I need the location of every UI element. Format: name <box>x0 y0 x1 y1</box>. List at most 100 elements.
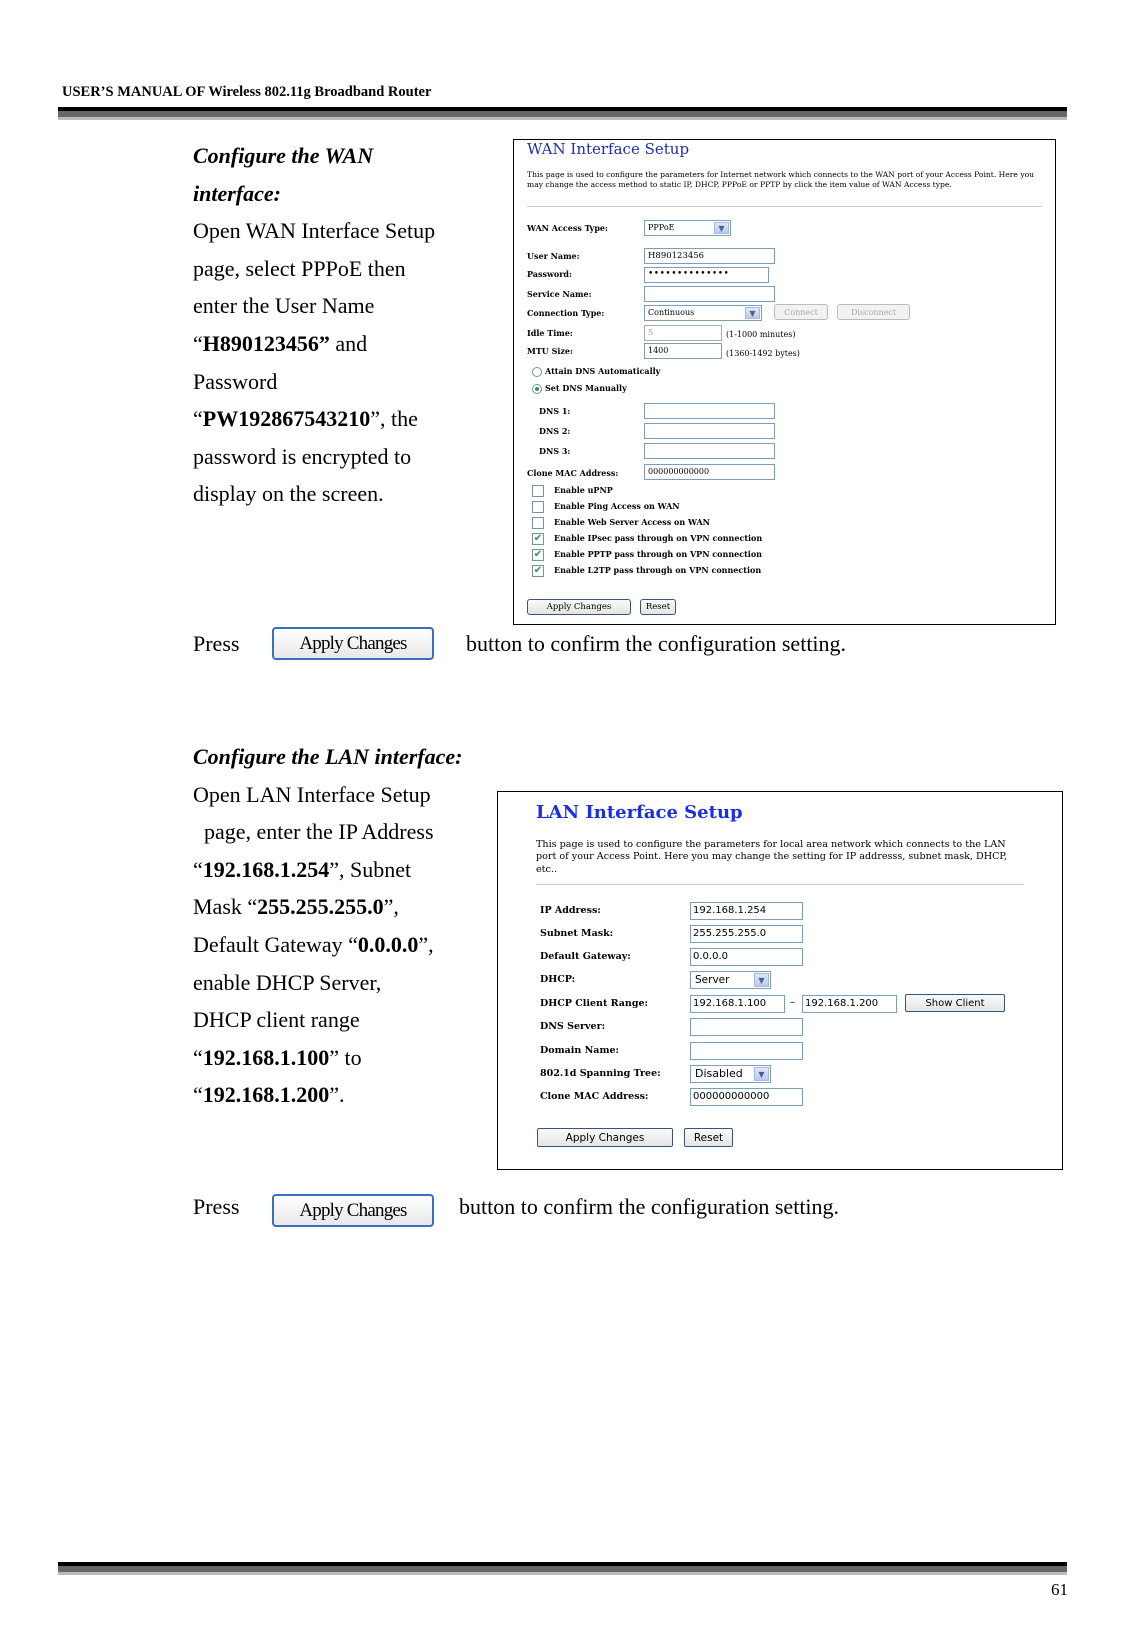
lan-press-label: Press <box>193 1194 240 1219</box>
manual-header-title: USER’S MANUAL OF Wireless 802.11g Broadb… <box>62 84 432 100</box>
checkbox[interactable]: ✔ <box>532 549 544 561</box>
checkbox[interactable]: ✔ <box>532 565 544 577</box>
lan-instruction-line-text: ”, <box>418 931 434 957</box>
domain-name-label: Domain Name: <box>540 1045 620 1056</box>
wan-instruction-line-text: ”, the <box>370 406 418 432</box>
dns3-input[interactable] <box>644 443 775 459</box>
connection-type-select[interactable]: Continuous ▼ <box>644 305 762 321</box>
mtu-size-label: MTU Size: <box>527 346 573 356</box>
domain-name-input[interactable] <box>690 1042 803 1060</box>
service-name-input[interactable] <box>644 286 775 302</box>
lan-press-suffix: button to confirm the configuration sett… <box>459 1194 840 1219</box>
wan-press-label: Press <box>193 631 240 656</box>
spanning-tree-select[interactable]: Disabled ▼ <box>690 1065 771 1083</box>
lan-instruction-line-bold-value: 0.0.0.0 <box>357 931 419 957</box>
wan-instruction-line-text: “ <box>193 406 203 432</box>
subnet-mask-input[interactable]: 255.255.255.0 <box>690 925 803 943</box>
password-input[interactable]: •••••••••••••• <box>644 267 769 283</box>
wan-reset-button[interactable]: Reset <box>640 599 676 615</box>
checkbox-label: Enable uPNP <box>554 485 613 495</box>
lan-instruction-line: Open LAN Interface Setup <box>193 776 503 814</box>
show-client-button[interactable]: Show Client <box>905 994 1005 1012</box>
idle-time-input[interactable]: 5 <box>644 325 722 341</box>
chevron-down-icon: ▼ <box>745 307 760 319</box>
checkbox[interactable]: ✔ <box>532 533 544 545</box>
wan-apply-changes-button[interactable]: Apply Changes <box>527 599 631 615</box>
wan-instruction-line-bold-value: PW192867543210 <box>202 406 371 432</box>
dhcp-range-end-input[interactable]: 192.168.1.200 <box>802 995 897 1013</box>
wan-divider <box>527 206 1042 207</box>
dns-server-input[interactable] <box>690 1018 803 1036</box>
ip-address-input[interactable]: 192.168.1.254 <box>690 902 803 920</box>
mtu-size-input[interactable]: 1400 <box>644 343 722 359</box>
wan-instruction-line: “H890123456” and <box>193 325 493 363</box>
wan-instruction-line: “PW192867543210”, the <box>193 400 493 438</box>
wan-instruction-line: display on the screen. <box>193 475 493 513</box>
lan-instruction-line: DHCP client range <box>193 1001 503 1039</box>
spanning-tree-value: Disabled <box>695 1067 743 1080</box>
lan-instruction-line-text: Mask “ <box>193 894 258 920</box>
wan-apply-changes-illustration: Apply Changes <box>272 627 434 660</box>
lan-instruction-line-bold-value: 192.168.1.200 <box>202 1082 330 1108</box>
wan-instruction-line-text: and <box>329 330 368 356</box>
lan-panel-description: This page is used to configure the param… <box>536 839 1007 875</box>
default-gateway-input[interactable]: 0.0.0.0 <box>690 948 803 966</box>
dns-auto-radio[interactable] <box>532 367 542 377</box>
chevron-down-icon: ▼ <box>754 973 769 987</box>
dns-manual-label: Set DNS Manually <box>545 383 627 393</box>
lan-interface-setup-screenshot: LAN Interface Setup This page is used to… <box>497 791 1063 1170</box>
wan-instruction-line: Password <box>193 363 493 401</box>
connect-button[interactable]: Connect <box>774 304 828 320</box>
default-gateway-label: Default Gateway: <box>540 951 631 962</box>
lan-instruction-line-text: ”. <box>329 1082 345 1108</box>
lan-instruction-line-bold-value: 192.168.1.100 <box>202 1044 330 1070</box>
wan-access-type-value: PPPoE <box>648 223 675 232</box>
checkbox-label: Enable Web Server Access on WAN <box>554 517 710 527</box>
lan-apply-changes-button[interactable]: Apply Changes <box>537 1128 673 1147</box>
wan-instruction-line: Open WAN Interface Setup <box>193 212 493 250</box>
lan-clone-mac-input[interactable]: 000000000000 <box>690 1088 803 1106</box>
wan-instruction-line-text: password is encrypted to <box>193 443 412 469</box>
lan-instruction-line: “192.168.1.200”. <box>193 1076 503 1114</box>
wan-instruction-line-text: Open WAN Interface Setup <box>193 218 436 244</box>
page-number: 61 <box>1051 1580 1068 1599</box>
disconnect-button[interactable]: Disconnect <box>837 304 910 320</box>
wan-instruction-line: page, select PPPoE then <box>193 250 493 288</box>
dns2-input[interactable] <box>644 423 775 439</box>
dns1-label: DNS 1: <box>539 406 571 416</box>
checkbox[interactable] <box>532 485 544 497</box>
lan-instructions: Configure the LAN interface: Open LAN In… <box>193 738 503 1114</box>
lan-instruction-line-text: page, enter the IP Address <box>193 819 434 845</box>
idle-time-label: Idle Time: <box>527 328 573 338</box>
wan-instruction-line: password is encrypted to <box>193 438 493 476</box>
checkmark-icon: ✔ <box>533 549 543 560</box>
checkmark-icon: ✔ <box>533 533 543 544</box>
lan-instruction-line-text: ” to <box>329 1044 362 1070</box>
wan-clone-mac-label: Clone MAC Address: <box>527 468 619 478</box>
lan-reset-button[interactable]: Reset <box>684 1128 733 1147</box>
checkbox[interactable] <box>532 517 544 529</box>
dhcp-select[interactable]: Server ▼ <box>690 971 771 989</box>
mtu-size-hint: (1360-1492 bytes) <box>726 349 800 358</box>
checkbox-label: Enable Ping Access on WAN <box>554 501 680 511</box>
lan-instruction-line: Mask “255.255.255.0”, <box>193 888 503 926</box>
header-divider <box>58 107 1067 120</box>
dns1-input[interactable] <box>644 403 775 419</box>
user-name-input[interactable]: H890123456 <box>644 248 775 264</box>
wan-instruction-line-text: “ <box>193 330 203 356</box>
dns-auto-label: Attain DNS Automatically <box>545 366 661 376</box>
wan-access-type-label: WAN Access Type: <box>527 223 608 233</box>
dns-manual-radio[interactable] <box>532 384 542 394</box>
wan-panel-description: This page is used to configure the param… <box>527 170 1035 189</box>
wan-section-heading: Configure the WAN <box>193 143 374 168</box>
lan-panel-title: LAN Interface Setup <box>536 802 743 823</box>
lan-instruction-line: Default Gateway “0.0.0.0”, <box>193 926 503 964</box>
dhcp-range-start-input[interactable]: 192.168.1.100 <box>690 995 785 1013</box>
wan-access-type-select[interactable]: PPPoE ▼ <box>644 220 731 236</box>
chevron-down-icon: ▼ <box>714 222 729 234</box>
lan-instruction-line-bold-value: 255.255.255.0 <box>257 894 384 920</box>
checkbox[interactable] <box>532 501 544 513</box>
wan-clone-mac-input[interactable]: 000000000000 <box>644 464 775 480</box>
wan-instruction-line-bold-value: H890123456” <box>202 330 330 356</box>
wan-instruction-line-text: page, select PPPoE then <box>193 255 406 281</box>
